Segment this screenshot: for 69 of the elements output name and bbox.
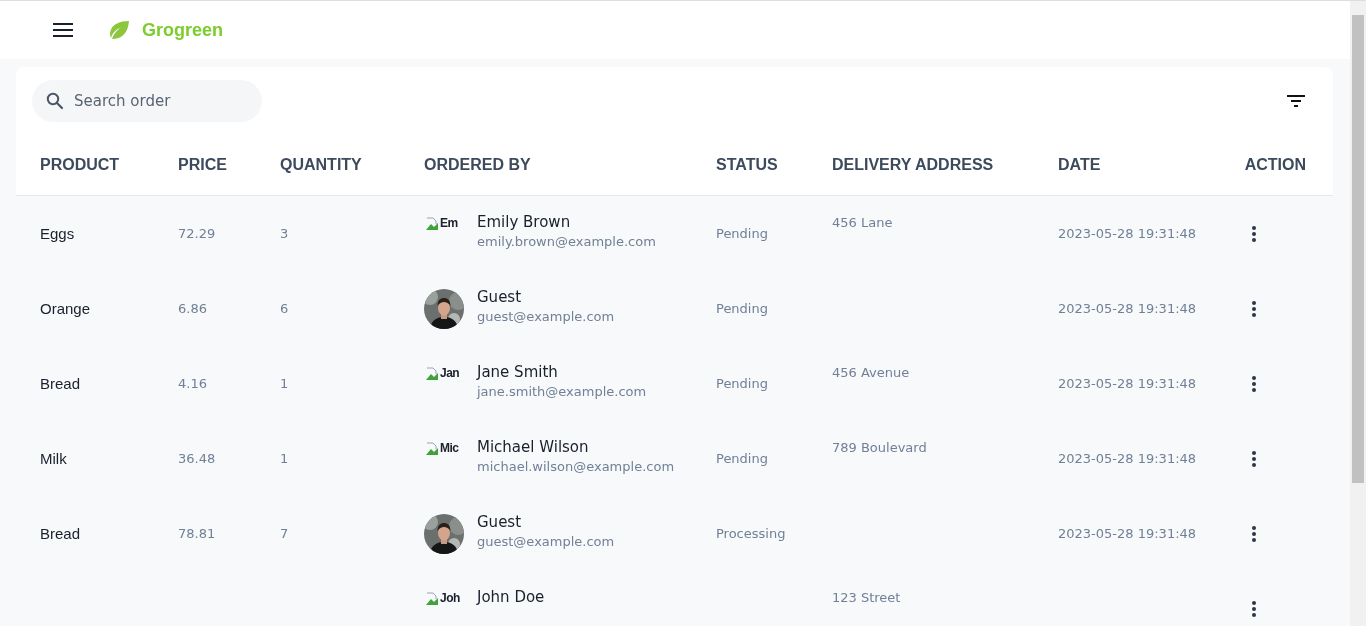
- table-cell: 2023-05-28 19:31:48: [1058, 226, 1197, 241]
- image-alt-text: Em: [440, 216, 458, 230]
- more-options-icon[interactable]: [1252, 450, 1256, 467]
- image-alt-text: Joh: [440, 591, 460, 605]
- table-cell: 123 Street: [832, 590, 901, 605]
- filter-icon[interactable]: [1287, 95, 1305, 107]
- table-cell: Pending: [716, 451, 768, 466]
- table-cell: 456 Avenue: [832, 365, 910, 380]
- scrollbar-thumb[interactable]: [1352, 15, 1364, 483]
- table-cell: 2023-05-28 19:31:48: [1058, 301, 1197, 316]
- table-cell: Orange: [40, 300, 91, 317]
- more-options-icon[interactable]: [1252, 375, 1256, 392]
- table-cell: 72.29: [178, 226, 216, 241]
- table-cell: Bread: [40, 375, 81, 392]
- table-cell: Pending: [716, 376, 768, 391]
- customer-email: jane.smith@example.com: [477, 383, 647, 399]
- image-alt-text: Jan: [440, 366, 460, 380]
- column-header: QUANTITY: [280, 156, 363, 174]
- broken-image-icon: [424, 215, 440, 231]
- search-field[interactable]: Search order: [32, 80, 262, 122]
- column-header: ACTION: [1244, 156, 1307, 174]
- customer-name: Guest: [477, 514, 523, 531]
- customer-name: Guest: [477, 289, 523, 306]
- table-cell: 2023-05-28 19:31:48: [1058, 376, 1197, 391]
- table-cell: Milk: [40, 450, 67, 467]
- customer-email: guest@example.com: [477, 308, 615, 324]
- more-options-icon[interactable]: [1252, 300, 1256, 317]
- leaf-icon: [108, 20, 130, 40]
- customer-email: emily.brown@example.com: [477, 233, 656, 249]
- table-cell: Bread: [40, 525, 81, 542]
- table-cell: 2023-05-28 19:31:48: [1058, 526, 1197, 541]
- broken-image-icon: [424, 365, 440, 381]
- column-header: PRODUCT: [40, 156, 121, 174]
- customer-email: guest@example.com: [477, 533, 615, 549]
- broken-image-icon: [424, 590, 440, 606]
- table-cell: 3: [280, 226, 289, 241]
- customer-name: Emily Brown: [477, 214, 572, 231]
- more-options-icon[interactable]: [1252, 225, 1256, 242]
- column-header: DELIVERY ADDRESS: [832, 156, 995, 174]
- column-header: DATE: [1058, 156, 1102, 174]
- more-options-icon[interactable]: [1252, 525, 1256, 542]
- table-cell: Processing: [716, 526, 786, 541]
- column-header: ORDERED BY: [424, 156, 532, 174]
- table-cell: Pending: [716, 226, 768, 241]
- table-cell: 7: [280, 526, 289, 541]
- table-cell: 78.81: [178, 526, 216, 541]
- table-cell: Eggs: [40, 225, 75, 242]
- column-header: STATUS: [716, 156, 779, 174]
- table-cell: 6: [280, 301, 289, 316]
- table-cell: 1: [280, 376, 289, 391]
- scrollbar[interactable]: [1350, 1, 1366, 626]
- customer-name: Michael Wilson: [477, 439, 590, 456]
- customer-name: Jane Smith: [477, 364, 559, 381]
- brand-name: Grogreen: [142, 19, 224, 41]
- table-cell: 1: [280, 451, 289, 466]
- table-cell: 36.48: [178, 451, 216, 466]
- customer-email: michael.wilson@example.com: [477, 458, 675, 474]
- table-cell: 4.16: [178, 376, 207, 391]
- table-cell: 2023-05-28 19:31:48: [1058, 451, 1197, 466]
- table-cell: 789 Boulevard: [832, 440, 927, 455]
- more-options-icon[interactable]: [1252, 600, 1256, 617]
- customer-name: John Doe: [477, 589, 545, 606]
- broken-image-icon: [424, 440, 440, 456]
- menu-icon[interactable]: [53, 23, 73, 37]
- table-cell: 6.86: [178, 301, 207, 316]
- table-cell: 456 Lane: [832, 215, 893, 230]
- image-alt-text: Mic: [440, 441, 459, 455]
- column-header: PRICE: [178, 156, 228, 174]
- table-cell: Pending: [716, 301, 768, 316]
